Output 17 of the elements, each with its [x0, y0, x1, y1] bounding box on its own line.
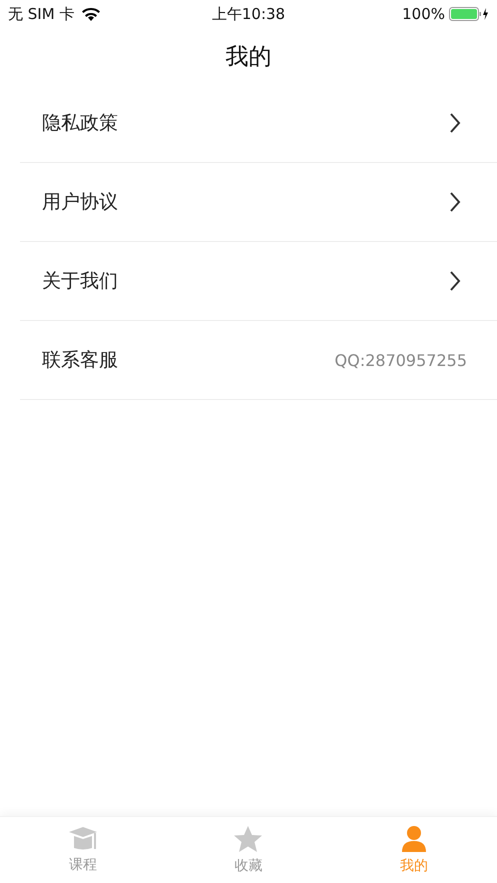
contact-value: QQ:2870957255: [334, 350, 467, 370]
battery-percent: 100%: [402, 5, 445, 23]
wifi-icon: [82, 7, 100, 21]
chevron-right-icon: [449, 270, 461, 292]
menu-item-label: 联系客服: [42, 348, 118, 373]
chevron-right-icon: [449, 191, 461, 213]
carrier-label: 无 SIM 卡: [8, 4, 74, 24]
graduation-cap-icon: [68, 826, 98, 852]
status-time: 上午10:38: [212, 4, 286, 24]
page-title: 我的: [226, 42, 272, 72]
menu-item-label[interactable]: 用户协议: [42, 189, 118, 215]
person-icon: [400, 825, 428, 853]
star-icon: [233, 825, 264, 853]
menu-item-label[interactable]: 关于我们: [42, 268, 118, 294]
battery-charging-icon: [449, 6, 489, 22]
menu-item-label[interactable]: 隐私政策: [42, 110, 118, 136]
chevron-right-icon: [449, 112, 461, 134]
